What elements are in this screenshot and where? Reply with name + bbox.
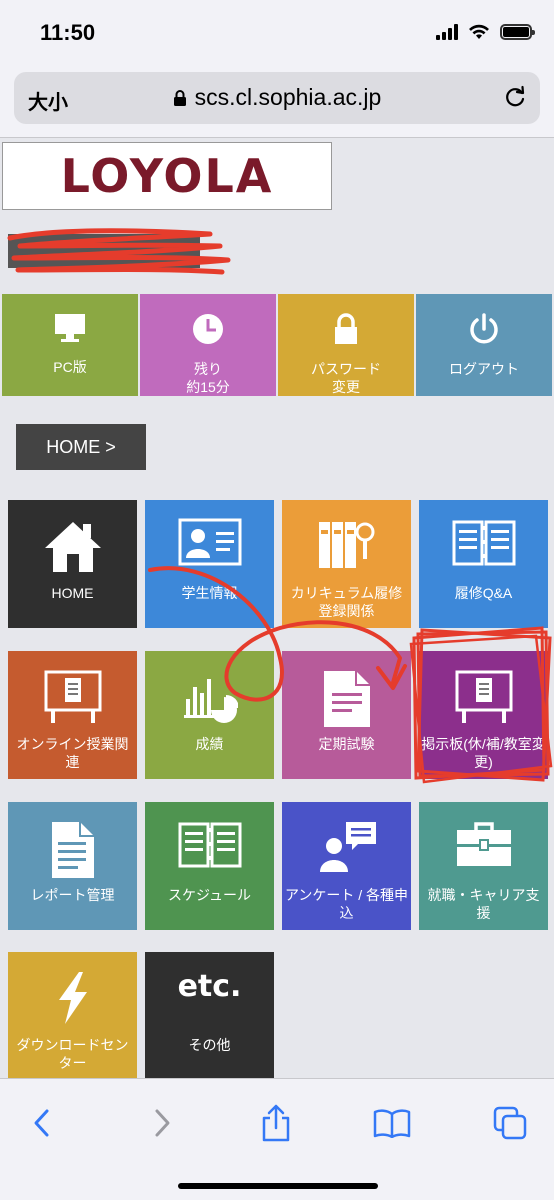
menu-tile-7[interactable]: 掲示板(休/補/教室変更) bbox=[419, 651, 548, 779]
binders-icon bbox=[282, 518, 411, 570]
tabs-button[interactable] bbox=[488, 1101, 532, 1145]
quick-action-1[interactable]: 残り 約15分 bbox=[140, 294, 276, 396]
id-card-icon bbox=[145, 518, 274, 566]
logo-text: LOYOLA bbox=[60, 149, 274, 203]
quick-action-label: 残り 約15分 bbox=[186, 361, 230, 395]
quick-action-label: パスワード 変更 bbox=[311, 361, 381, 395]
monitor-icon bbox=[53, 312, 87, 348]
signal-icon bbox=[436, 24, 458, 40]
lock-icon bbox=[332, 312, 360, 350]
menu-tile-11[interactable]: 就職・キャリア支援 bbox=[419, 802, 548, 930]
browser-toolbar bbox=[0, 1078, 554, 1200]
report-icon bbox=[8, 820, 137, 880]
menu-tile-label: 定期試験 bbox=[318, 736, 375, 752]
quick-action-label: ログアウト bbox=[449, 361, 519, 377]
share-icon bbox=[262, 1104, 290, 1142]
menu-tile-label: その他 bbox=[188, 1037, 231, 1053]
menu-tile-12[interactable]: ダウンロードセンター bbox=[8, 952, 137, 1078]
power-icon bbox=[467, 312, 501, 350]
menu-tile-label: スケジュール bbox=[167, 887, 252, 903]
bookmarks-button[interactable] bbox=[370, 1101, 414, 1145]
lock-icon bbox=[173, 90, 186, 106]
quick-action-3[interactable]: ログアウト bbox=[416, 294, 552, 396]
wifi-icon bbox=[469, 24, 489, 39]
forward-button[interactable] bbox=[140, 1101, 184, 1145]
open-book-icon bbox=[419, 518, 548, 568]
quick-action-label: PC版 bbox=[53, 359, 87, 375]
survey-icon bbox=[282, 820, 411, 874]
exam-paper-icon bbox=[282, 669, 411, 729]
menu-tile-4[interactable]: オンライン授業関連 bbox=[8, 651, 137, 779]
menu-tile-8[interactable]: レポート管理 bbox=[8, 802, 137, 930]
status-bar: 11:50 bbox=[0, 0, 554, 64]
tabs-icon bbox=[493, 1106, 527, 1140]
menu-tile-label: 就職・キャリア支援 bbox=[427, 887, 540, 921]
menu-tile-label: ダウンロードセンター bbox=[16, 1037, 129, 1071]
menu-tile-label: オンライン授業関連 bbox=[16, 736, 129, 770]
etc-icon: etc. bbox=[177, 969, 242, 1004]
menu-tile-3[interactable]: 履修Q&A bbox=[419, 500, 548, 628]
chart-icon bbox=[145, 669, 274, 725]
briefcase-icon bbox=[419, 820, 548, 870]
menu-tile-13[interactable]: etc. その他 bbox=[145, 952, 274, 1078]
quick-action-2[interactable]: パスワード 変更 bbox=[278, 294, 414, 396]
menu-tile-2[interactable]: カリキュラム履修登録関係 bbox=[282, 500, 411, 628]
home-indicator bbox=[178, 1183, 378, 1189]
chevron-left-icon bbox=[34, 1109, 49, 1137]
page-content: LOYOLA PC版 残り 約15分 パスワード 変更 ログアウト HOME > HOME… bbox=[0, 138, 554, 1078]
back-button[interactable] bbox=[20, 1101, 64, 1145]
notice-board-icon bbox=[419, 669, 548, 725]
battery-icon bbox=[500, 24, 535, 40]
site-logo[interactable]: LOYOLA bbox=[2, 142, 332, 210]
url-text: scs.cl.sophia.ac.jp bbox=[194, 84, 382, 110]
menu-tile-label: 成績 bbox=[195, 736, 224, 752]
quick-action-0[interactable]: PC版 bbox=[2, 294, 138, 396]
address-bar[interactable]: 大小 scs.cl.sophia.ac.jp bbox=[14, 72, 540, 124]
menu-tile-label: 掲示板(休/補/教室変更) bbox=[421, 736, 546, 770]
schedule-book-icon bbox=[145, 820, 274, 870]
book-icon bbox=[373, 1109, 411, 1138]
share-button[interactable] bbox=[254, 1101, 298, 1145]
menu-tile-label: HOME bbox=[51, 585, 94, 601]
redaction-scribble bbox=[7, 228, 231, 275]
chevron-right-icon bbox=[155, 1109, 170, 1137]
menu-tile-1[interactable]: 学生情報 bbox=[145, 500, 274, 628]
menu-tile-label: 履修Q&A bbox=[454, 585, 513, 601]
house-icon bbox=[8, 518, 137, 574]
lightning-icon bbox=[8, 970, 137, 1026]
reload-icon[interactable] bbox=[502, 84, 528, 110]
status-icons bbox=[436, 24, 535, 40]
url-display[interactable]: scs.cl.sophia.ac.jp bbox=[14, 84, 540, 111]
browser-chrome: 大小 scs.cl.sophia.ac.jp bbox=[0, 64, 554, 138]
quick-actions: PC版 残り 約15分 パスワード 変更 ログアウト bbox=[2, 294, 552, 396]
menu-tile-label: アンケート / 各種申込 bbox=[284, 887, 409, 921]
clock-icon bbox=[191, 312, 225, 350]
menu-tile-5[interactable]: 成績 bbox=[145, 651, 274, 779]
menu-tile-10[interactable]: アンケート / 各種申込 bbox=[282, 802, 411, 930]
menu-tile-6[interactable]: 定期試験 bbox=[282, 651, 411, 779]
status-time: 11:50 bbox=[40, 20, 96, 45]
menu-tile-label: カリキュラム履修登録関係 bbox=[290, 585, 403, 619]
breadcrumb-home[interactable]: HOME > bbox=[16, 424, 146, 470]
menu-tile-0[interactable]: HOME bbox=[8, 500, 137, 628]
menu-tile-9[interactable]: スケジュール bbox=[145, 802, 274, 930]
menu-tile-label: 学生情報 bbox=[181, 585, 238, 601]
notice-board-icon bbox=[8, 669, 137, 725]
menu-tile-label: レポート管理 bbox=[30, 887, 115, 903]
